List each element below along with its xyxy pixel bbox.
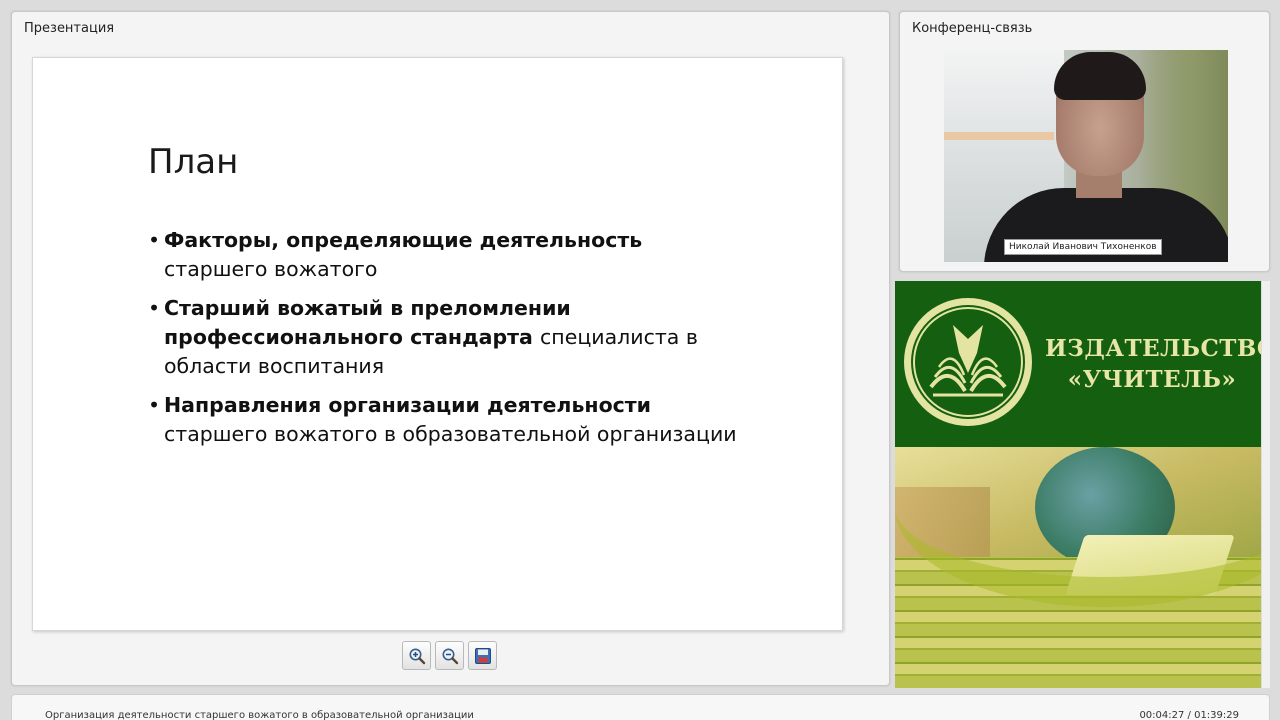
- slide-bullet-bold: Направления организации деятельности: [164, 393, 652, 417]
- zoom-out-button[interactable]: [435, 641, 464, 670]
- slide-title: План: [148, 142, 239, 182]
- slide-bullet-text: старшего вожатого в образовательной орга…: [164, 422, 737, 446]
- zoom-in-icon: [409, 648, 425, 664]
- conference-panel: Конференц-связь Николай Иванович Тихонен…: [899, 11, 1270, 272]
- save-button[interactable]: [468, 641, 497, 670]
- slide-bullet: Направления организации деятельности ста…: [148, 391, 748, 449]
- participant-video[interactable]: Николай Иванович Тихоненков: [944, 50, 1228, 262]
- slide-bullet-list: Факторы, определяющие деятельность старш…: [148, 226, 748, 459]
- conference-panel-title: Конференц-связь: [912, 21, 1033, 36]
- banner-books-photo: [895, 447, 1261, 688]
- participant-name-label: Николай Иванович Тихоненков: [1004, 239, 1162, 255]
- slide-bullet-bold: Факторы, определяющие деятельность: [164, 228, 643, 252]
- publisher-name-line2: «УЧИТЕЛЬ»: [1067, 366, 1237, 393]
- publisher-name-line1: ИЗДАТЕЛЬСТВО: [1045, 335, 1261, 362]
- presentation-panel-title: Презентация: [24, 21, 115, 36]
- webinar-title: Организация деятельности старшего вожато…: [45, 710, 474, 720]
- publisher-logo-icon: [904, 298, 1032, 426]
- footer-bar: Организация деятельности старшего вожато…: [11, 694, 1270, 720]
- slide-bullet: Факторы, определяющие деятельность старш…: [148, 226, 748, 284]
- slide-toolbar: [402, 641, 497, 670]
- slide-bullet-bold: Старший вожатый в преломлении профессион…: [164, 296, 571, 349]
- publisher-name: ИЗДАТЕЛЬСТВО «УЧИТЕЛЬ»: [1045, 333, 1261, 395]
- slide-bullet-text: старшего вожатого: [164, 257, 378, 281]
- presentation-slide: План Факторы, определяющие деятельность …: [32, 57, 843, 631]
- presentation-panel: Презентация План Факторы, определяющие д…: [11, 11, 890, 686]
- zoom-in-button[interactable]: [402, 641, 431, 670]
- playback-time: 00:04:27 / 01:39:29: [1139, 710, 1239, 720]
- floppy-disk-icon: [474, 647, 491, 664]
- banner-scrollbar[interactable]: [1262, 281, 1270, 688]
- publisher-banner[interactable]: ИЗДАТЕЛЬСТВО «УЧИТЕЛЬ»: [895, 281, 1261, 688]
- slide-bullet: Старший вожатый в преломлении профессион…: [148, 294, 748, 381]
- zoom-out-icon: [442, 648, 458, 664]
